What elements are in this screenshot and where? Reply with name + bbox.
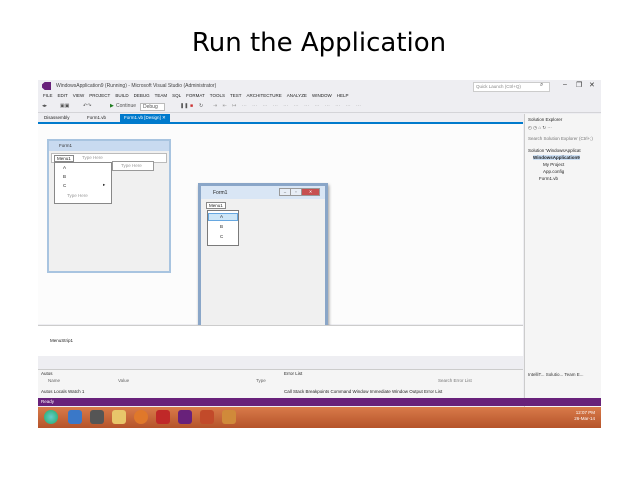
menu-project[interactable]: PROJECT xyxy=(89,93,110,98)
running-item-c[interactable]: C xyxy=(220,234,223,239)
visual-studio-logo-icon xyxy=(42,82,51,90)
se-app-config[interactable]: App.config xyxy=(543,169,564,174)
running-dropdown: A B C xyxy=(207,210,239,246)
title-bar: WindowsApplication9 (Running) - Microsof… xyxy=(38,80,601,92)
acrobat-icon[interactable] xyxy=(156,410,170,424)
paint-icon[interactable] xyxy=(222,410,236,424)
explorer-icon[interactable] xyxy=(112,410,126,424)
designer-menu1[interactable]: Menu1 xyxy=(54,155,74,162)
menu-build[interactable]: BUILD xyxy=(115,93,128,98)
status-text: Ready xyxy=(41,399,55,404)
running-form[interactable]: Form1 – ▫ ✕ Menu1 A B C xyxy=(198,183,328,329)
continue-label[interactable]: Continue xyxy=(116,103,136,109)
errorlist-title: Error List xyxy=(284,371,303,376)
autos-tabs[interactable]: Autos Locals Watch 1 xyxy=(41,389,84,394)
menustrip-component[interactable]: MenuStrip1 xyxy=(50,338,73,343)
close-icon[interactable]: ✕ xyxy=(301,188,320,196)
menu-architecture[interactable]: ARCHITECTURE xyxy=(247,93,282,98)
powerpoint-icon[interactable] xyxy=(200,410,214,424)
tab-close-icon[interactable]: ✕ xyxy=(162,115,166,120)
menu-file[interactable]: FILE xyxy=(43,93,53,98)
config-select[interactable]: Debug xyxy=(140,103,165,111)
undo-icon[interactable]: ↶↷ xyxy=(83,103,91,109)
autos-col-value: Value xyxy=(118,378,130,383)
menu-debug[interactable]: DEBUG xyxy=(134,93,150,98)
clock-date: 26-Mar-14 xyxy=(574,416,595,421)
menu-team[interactable]: TEAM xyxy=(155,93,168,98)
se-project[interactable]: WindowsApplication9 xyxy=(533,155,580,160)
solution-explorer: Solution Explorer ◴ ◷ ⌂ ↻ ⋯ Search Solut… xyxy=(524,114,601,426)
close-icon[interactable]: ✕ xyxy=(589,81,595,89)
running-menu1[interactable]: Menu1 xyxy=(206,202,226,209)
designer-form-caption: Form1 xyxy=(49,141,169,151)
designer-dd-type-here[interactable]: Type Here xyxy=(67,193,88,198)
running-item-b[interactable]: B xyxy=(220,224,223,229)
maximize-icon[interactable]: ❐ xyxy=(576,81,582,89)
designer-sub-type-here[interactable]: Type Here xyxy=(112,161,154,171)
toolbar-icons: ⇥ ⇤ ↦ ⋯ ⋯ ⋯ ⋯ ⋯ ⋯ ⋯ ⋯ ⋯ ⋯ ⋯ ⋯ xyxy=(213,103,364,109)
stop-icon[interactable]: ■ xyxy=(190,103,193,109)
visual-studio-icon[interactable] xyxy=(178,410,192,424)
designer-item-c[interactable]: C xyxy=(63,183,66,188)
taskbar: 12:07 PM 26-Mar-14 xyxy=(38,407,601,428)
back-icon[interactable]: ◂▸ xyxy=(42,103,47,109)
designer-dropdown: A B C ▸ Type Here xyxy=(54,162,112,204)
menu-help[interactable]: HELP xyxy=(337,93,349,98)
menu-tools[interactable]: TOOLS xyxy=(210,93,225,98)
design-surface: Form1 Menu1 Type Here A B C ▸ Type Here … xyxy=(38,124,523,329)
visual-studio-screenshot: WindowsApplication9 (Running) - Microsof… xyxy=(38,80,601,428)
window-title: WindowsApplication9 (Running) - Microsof… xyxy=(56,83,217,89)
output-tabs[interactable]: Call Stack Breakpoints Command Window Im… xyxy=(284,389,442,394)
menu-bar: FILE EDIT VIEW PROJECT BUILD DEBUG TEAM SQL FORM… xyxy=(38,93,601,101)
start-button-icon[interactable] xyxy=(44,410,58,424)
designer-item-a[interactable]: A xyxy=(63,165,66,170)
menu-view[interactable]: VIEW xyxy=(73,93,85,98)
continue-icon[interactable]: ▶ xyxy=(110,103,114,109)
designer-item-b[interactable]: B xyxy=(63,174,66,179)
pause-icon[interactable]: ❚❚ xyxy=(180,103,188,109)
toolbar: ◂▸ ▣▣ ↶↷ ▶ Continue Debug ❚❚ ■ ↻ ⇥ ⇤ ↦ ⋯… xyxy=(38,102,601,113)
se-search-input[interactable]: Search Solution Explorer (Ctrl+;) xyxy=(528,136,593,141)
right-panel-tabs[interactable]: IntelliT... Solutio... Team E... xyxy=(528,372,583,377)
media-icon[interactable] xyxy=(90,410,104,424)
quick-launch-input[interactable]: Quick Launch (Ctrl+Q) xyxy=(473,82,550,92)
slide-title: Run the Application xyxy=(191,28,447,58)
errorlist-search[interactable]: Search Error List xyxy=(438,378,472,383)
tab-form1-vb[interactable]: Form1.vb xyxy=(83,114,110,122)
se-form1[interactable]: Form1.vb xyxy=(539,176,558,181)
se-my-project[interactable]: My Project xyxy=(543,162,564,167)
running-menustrip: Menu1 xyxy=(204,202,322,210)
autos-col-type: Type xyxy=(256,378,266,383)
status-bar: Ready xyxy=(38,398,601,406)
menu-test[interactable]: TEST xyxy=(230,93,242,98)
tab-form1-design[interactable]: Form1.vb [Design] ✕ xyxy=(120,114,170,122)
submenu-arrow-icon: ▸ xyxy=(103,182,106,187)
running-item-a[interactable]: A xyxy=(220,214,223,219)
running-form-caption: Form1 – ▫ ✕ xyxy=(201,186,325,199)
document-tabs: Disassembly Form1.vb Form1.vb [Design] ✕ xyxy=(38,114,523,124)
menu-sql[interactable]: SQL xyxy=(172,93,181,98)
ie-icon[interactable] xyxy=(68,410,82,424)
bottom-panels: Autos Name Value Type Autos Locals Watch… xyxy=(38,369,523,398)
se-toolbar-icons: ◴ ◷ ⌂ ↻ ⋯ xyxy=(528,125,552,130)
autos-title: Autos xyxy=(41,371,53,376)
tab-disassembly[interactable]: Disassembly xyxy=(40,114,74,122)
restart-icon[interactable]: ↻ xyxy=(199,103,203,109)
solution-explorer-title: Solution Explorer xyxy=(528,117,563,122)
menu-edit[interactable]: EDIT xyxy=(58,93,68,98)
system-clock[interactable]: 12:07 PM 26-Mar-14 xyxy=(574,410,595,422)
search-icon[interactable]: ⌕ xyxy=(540,82,543,89)
menu-analyze[interactable]: ANALYZE xyxy=(287,93,307,98)
se-solution[interactable]: Solution 'WindowsApplicat xyxy=(528,148,581,153)
menu-window[interactable]: WINDOW xyxy=(312,93,332,98)
menu-format[interactable]: FORMAT xyxy=(186,93,205,98)
designer-form[interactable]: Form1 Menu1 Type Here A B C ▸ Type Here xyxy=(47,139,171,273)
firefox-icon[interactable] xyxy=(134,410,148,424)
component-tray: MenuStrip1 xyxy=(38,325,523,356)
minimize-icon[interactable]: – xyxy=(563,81,567,88)
designer-type-here[interactable]: Type Here xyxy=(82,155,103,160)
save-icon[interactable]: ▣▣ xyxy=(60,103,69,109)
autos-col-name: Name xyxy=(48,378,61,383)
